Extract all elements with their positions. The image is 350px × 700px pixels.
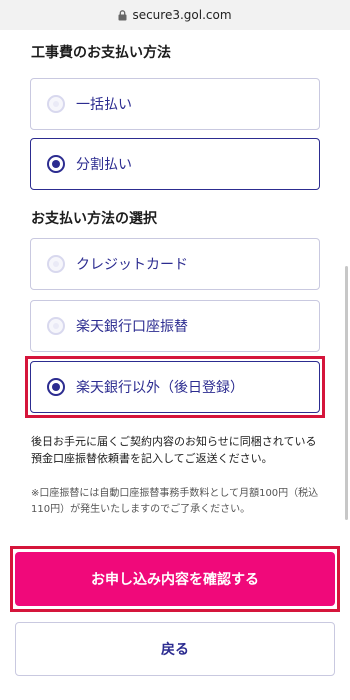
option-label: 一括払い (76, 97, 132, 113)
confirm-application-button[interactable]: お申し込み内容を確認する (15, 552, 335, 606)
page-content[interactable]: 工事費のお支払い方法 一括払い 分割払い お支払い方法の選択 クレジットカード … (0, 30, 350, 700)
back-button[interactable]: 戻る (15, 622, 335, 676)
radio-credit-card[interactable] (47, 255, 65, 273)
transfer-note: 後日お手元に届くご契約内容のお知らせに同梱されている預金口座振替依頼書を記入して… (31, 435, 317, 465)
option-label: 分割払い (76, 157, 132, 173)
payment-method-heading: お支払い方法の選択 (31, 211, 157, 227)
browser-url-bar[interactable]: secure3.gol.com (0, 0, 350, 30)
scrollbar[interactable] (345, 266, 348, 520)
option-label: クレジットカード (76, 257, 188, 273)
option-installment[interactable]: 分割払い (30, 138, 320, 190)
construction-payment-heading: 工事費のお支払い方法 (31, 45, 171, 61)
url-text: secure3.gol.com (132, 8, 232, 22)
selection-highlight-box (25, 356, 325, 418)
fee-note: ※口座振替には自動口座振替事務手数料として月額100円（税込110円）が発生いた… (31, 488, 319, 515)
option-label: 楽天銀行口座振替 (76, 319, 188, 335)
option-credit-card[interactable]: クレジットカード (30, 238, 320, 290)
radio-installment[interactable] (47, 155, 65, 173)
radio-lump-sum[interactable] (47, 95, 65, 113)
radio-rakuten-bank-transfer[interactable] (47, 317, 65, 335)
option-lump-sum[interactable]: 一括払い (30, 78, 320, 130)
option-rakuten-bank-transfer[interactable]: 楽天銀行口座振替 (30, 300, 320, 352)
lock-icon (118, 9, 127, 21)
